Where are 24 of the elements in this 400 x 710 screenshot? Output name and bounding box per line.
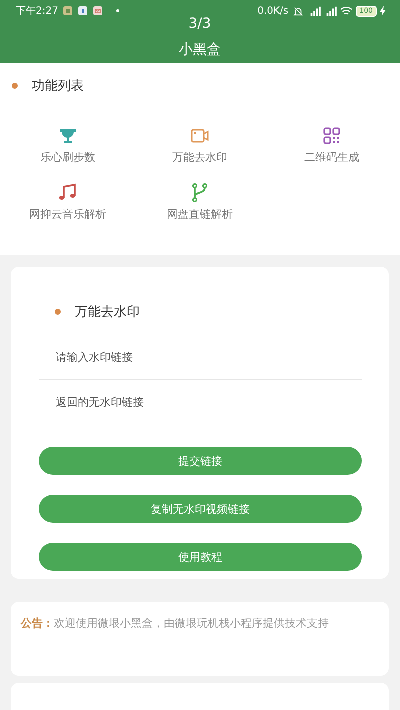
action-button[interactable]: 使用教程	[39, 543, 362, 571]
action-button[interactable]: 提交链接	[39, 447, 362, 475]
page-counter: 3/3	[188, 16, 212, 32]
wifi-icon	[340, 6, 353, 16]
feature-item[interactable]: 网抑云音乐解析	[30, 207, 106, 222]
dot-icon	[116, 9, 120, 13]
mute-icon	[292, 6, 305, 16]
feature-item[interactable]: 乐心刷步数	[40, 150, 96, 165]
action-button[interactable]: 复制无水印视频链接	[39, 495, 362, 523]
notification-icon	[78, 6, 88, 16]
app-title: 小黑盒	[179, 42, 221, 58]
mail-icon	[93, 6, 104, 16]
network-speed: 0.0K/s	[258, 6, 289, 16]
bullet-icon	[55, 309, 61, 315]
bullet-icon	[12, 83, 18, 89]
notification-icon	[63, 6, 74, 16]
feature-item[interactable]: 二维码生成	[304, 150, 360, 165]
section-title: 万能去水印	[75, 304, 140, 321]
notice-text: 公告：欢迎使用微垠小黑盒，由微垠玩机栈小程序提供技术支持	[21, 616, 330, 632]
charging-icon	[380, 6, 386, 16]
feature-item[interactable]: 万能去水印	[172, 150, 228, 165]
feature-item[interactable]: 网盘直链解析	[167, 207, 233, 222]
section-title: 功能列表	[32, 78, 84, 95]
status-time: 下午2:27	[16, 5, 58, 18]
